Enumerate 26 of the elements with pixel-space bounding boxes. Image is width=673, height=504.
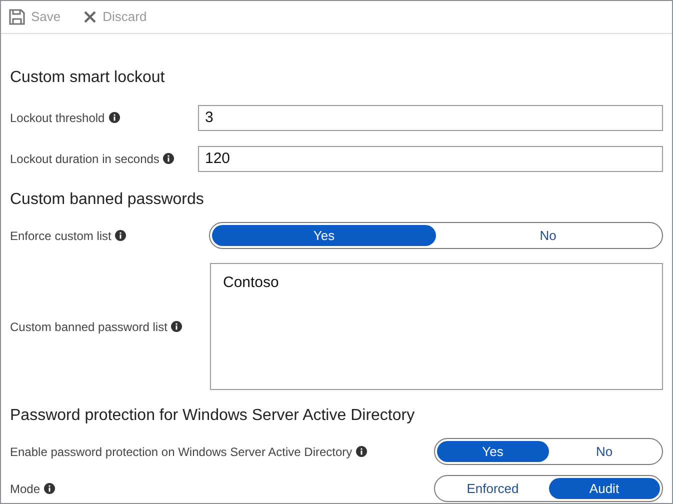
toggle-option[interactable]: No	[548, 441, 660, 462]
info-icon	[115, 230, 126, 241]
section-title: Custom banned passwords	[10, 190, 205, 210]
toggle-option[interactable]: Yes	[437, 441, 548, 462]
text-field[interactable]: 120	[198, 146, 663, 172]
field-label: Lockout threshold	[10, 110, 105, 126]
toggle-option[interactable]: Enforced	[437, 478, 548, 499]
toggle-option[interactable]: No	[436, 225, 660, 246]
toggle-option[interactable]: Yes	[212, 225, 436, 246]
field-label: Lockout duration in seconds	[10, 150, 160, 168]
info-icon	[171, 321, 182, 332]
text-area[interactable]: Contoso	[210, 263, 663, 390]
close-icon	[82, 10, 97, 24]
info-icon	[356, 446, 368, 457]
section-title: Custom smart lockout	[10, 68, 166, 88]
save-icon	[9, 9, 25, 25]
section-title: Password protection for Windows Server Active Directory	[10, 406, 416, 426]
info-icon	[163, 153, 174, 164]
field-label: Enable password protection on Windows Server Active Directory	[10, 444, 352, 460]
field-label: Enforce custom list	[10, 228, 112, 244]
info-icon	[44, 483, 56, 494]
toggle-option[interactable]: Audit	[548, 478, 660, 499]
field-label: Mode	[10, 480, 40, 498]
info-icon	[108, 112, 120, 123]
text-field[interactable]: 3	[198, 104, 663, 130]
field-label: Custom banned password list	[10, 318, 168, 336]
